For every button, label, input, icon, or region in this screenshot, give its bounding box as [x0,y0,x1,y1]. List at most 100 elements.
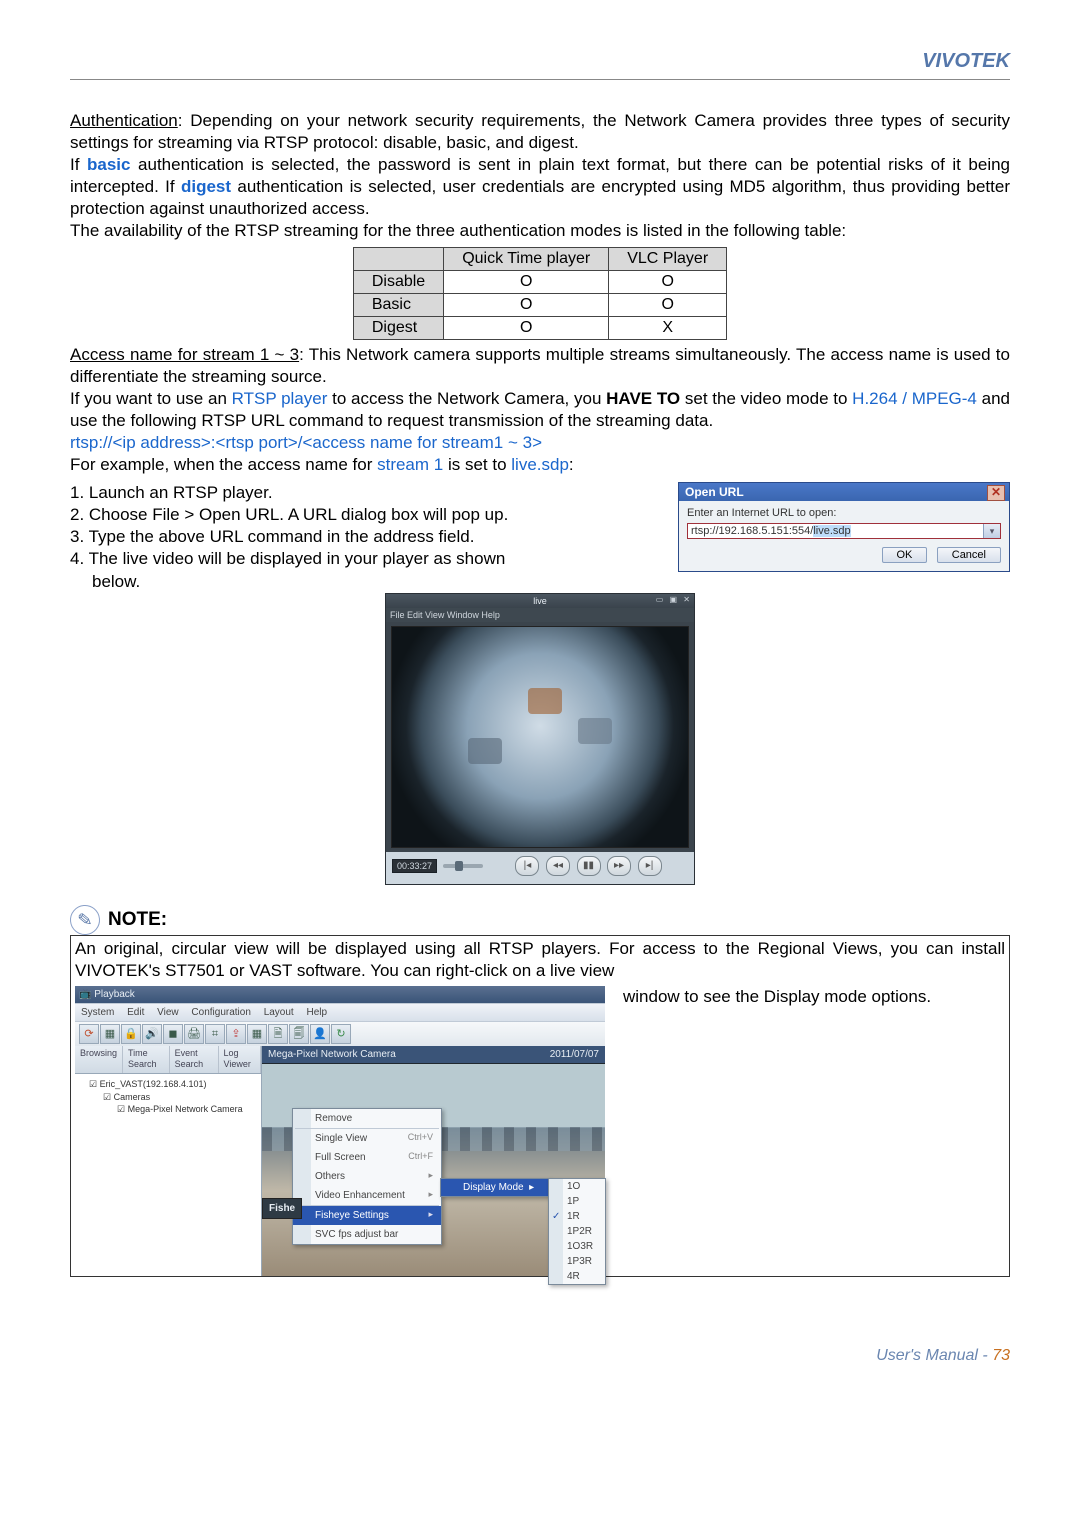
mode-1r[interactable]: ✓1R [549,1209,605,1224]
volume-slider[interactable] [443,864,483,868]
tab-eventsearch[interactable]: Event Search [170,1046,219,1073]
ffwd-button[interactable]: ▸| [638,856,662,876]
tab-logviewer[interactable]: Log Viewer [219,1046,262,1073]
view-header-right: 2011/07/07 [550,1048,599,1061]
toolbar-docs-icon[interactable]: 🗐 [289,1024,309,1044]
mode-4r[interactable]: 4R [549,1269,605,1284]
toolbar-print-icon[interactable]: 🖨 [184,1024,204,1044]
chevron-down-icon[interactable]: ▾ [983,524,1000,538]
toolbar-refresh-icon[interactable]: ↻ [331,1024,351,1044]
rewind-button[interactable]: |◂ [515,856,539,876]
mode-1p3r[interactable]: 1P3R [549,1254,605,1269]
player-title: live [533,596,547,606]
access-if: If you want to use an [70,389,232,408]
toolbar-grid-icon[interactable]: ⌗ [205,1024,225,1044]
menu-configuration[interactable]: Configuration [191,1007,250,1018]
codecs: H.264 / MPEG-4 [852,389,977,408]
note-text-b: window to see the Display mode options. [623,986,1005,1008]
mode-1o3r[interactable]: 1O3R [549,1239,605,1254]
mode-1p[interactable]: 1P [549,1194,605,1209]
auth-table-qt: Quick Time player [444,247,609,270]
prev-button[interactable]: ◂◂ [546,856,570,876]
tab-browsing[interactable]: Browsing [75,1046,123,1073]
toolbar-upload-icon[interactable]: ⇪ [226,1024,246,1044]
note-text-a: An original, circular view will be displ… [75,939,1005,980]
mode-1o[interactable]: 1O [549,1179,605,1194]
next-button[interactable]: ▸▸ [607,856,631,876]
auth-basic: basic [87,155,130,174]
ctx-others[interactable]: Others▸ [293,1167,441,1186]
pencil-icon: ✎ [69,903,102,936]
note-box: An original, circular view will be displ… [70,935,1010,1277]
toolbar-speaker-icon[interactable]: 🔊 [142,1024,162,1044]
toolbar-power-icon[interactable]: ⟳ [79,1024,99,1044]
auth-avail: The availability of the RTSP streaming f… [70,221,846,240]
ctx-video-enhancement[interactable]: Video Enhancement▸ [293,1186,441,1205]
url-input[interactable]: rtsp://192.168.5.151:554/live.sdp ▾ [687,523,1001,539]
example-pre: For example, when the access name for [70,455,377,474]
player-timestamp: 00:33:27 [392,859,437,873]
ctx-single-view[interactable]: Single ViewCtrl+V [293,1129,441,1148]
tree-camera-1[interactable]: ☑ Mega-Pixel Network Camera [79,1103,257,1116]
rtsp-player-window: live ▭ ▣ ✕ File Edit View Window Help 00… [385,593,695,885]
ok-button[interactable]: OK [882,547,928,563]
tree-root[interactable]: ☑ Eric_VAST(192.168.4.101) [79,1078,257,1091]
auth-digest-qt: O [444,316,609,339]
rtsp-player: RTSP player [232,389,328,408]
view-header-left: Mega-Pixel Network Camera [268,1048,396,1061]
note-heading: NOTE: [108,909,167,931]
auth-row-digest: Digest [353,316,443,339]
auth-table: Quick Time player VLC Player Disable O O… [353,247,727,340]
toolbar-user-icon[interactable]: 👤 [310,1024,330,1044]
toolbar-tile-icon[interactable]: ▦ [100,1024,120,1044]
vast-tabs: Browsing Time Search Event Search Log Vi… [75,1046,261,1074]
menu-view[interactable]: View [157,1007,179,1018]
footer-label: User's Manual - [876,1347,992,1364]
player-window-buttons[interactable]: ▭ ▣ ✕ [656,595,692,604]
vast-video-view[interactable]: Mega-Pixel Network Camera 2011/07/07 Rem… [262,1046,605,1276]
menu-edit[interactable]: Edit [127,1007,144,1018]
example-mid: is set to [443,455,511,474]
toolbar-lock-icon[interactable]: 🔒 [121,1024,141,1044]
close-icon[interactable]: ✕ [987,485,1005,501]
livesdp: live.sdp [511,455,569,474]
menu-layout[interactable]: Layout [264,1007,294,1018]
vast-menubar[interactable]: System Edit View Configuration Layout He… [75,1003,605,1022]
ctx-remove[interactable]: Remove [293,1109,441,1128]
step4b: below. [70,571,1010,593]
vast-tree-body[interactable]: ☑ Eric_VAST(192.168.4.101) ☑ Cameras ☑ M… [75,1074,261,1120]
tree-cameras[interactable]: ☑ Cameras [79,1091,257,1104]
player-menubar[interactable]: File Edit View Window Help [386,608,694,622]
submenu-modes: 1O 1P ✓1R 1P2R 1O3R 1P3R 4R [548,1178,606,1285]
menu-system[interactable]: System [81,1007,114,1018]
menu-help[interactable]: Help [307,1007,328,1018]
rtsp-url: rtsp://<ip address>:<rtsp port>/<access … [70,433,542,452]
ctx-svc[interactable]: SVC fps adjust bar [293,1225,441,1244]
access-heading: Access name for stream 1 ~ 3 [70,345,299,364]
ctx-fisheye-settings[interactable]: Fisheye Settings▸ [293,1206,441,1225]
have-to: HAVE TO [606,389,680,408]
access-if3: set the video mode to [680,389,852,408]
fisheye-splitter-label: Fishe [262,1198,302,1219]
auth-basic-vlc: O [609,293,727,316]
player-controls: 00:33:27 |◂ ◂◂ ▮▮ ▸▸ ▸| [386,852,694,884]
toolbar-doc-icon[interactable]: 🗎 [268,1024,288,1044]
vast-app-window: 📺 Playback System Edit View Configuratio… [75,986,605,1276]
mode-1p2r[interactable]: 1P2R [549,1224,605,1239]
tab-timesearch[interactable]: Time Search [123,1046,170,1073]
toolbar-layout-icon[interactable]: ▦ [247,1024,267,1044]
example-end: : [569,455,574,474]
cancel-button[interactable]: Cancel [937,547,1001,563]
vast-tree-panel: Browsing Time Search Event Search Log Vi… [75,1046,262,1276]
submenu-display-mode[interactable]: Display Mode ▸ [441,1179,549,1196]
ctx-full-screen[interactable]: Full ScreenCtrl+F [293,1148,441,1167]
toolbar-stop-icon[interactable]: ◼ [163,1024,183,1044]
auth-table-blank [353,247,443,270]
access-if2: to access the Network Camera, you [327,389,606,408]
open-url-dialog: Open URL ✕ Enter an Internet URL to open… [678,482,1010,572]
auth-heading: Authentication [70,111,178,130]
vast-toolbar: ⟳ ▦ 🔒 🔊 ◼ 🖨 ⌗ ⇪ ▦ 🗎 🗐 👤 ↻ [75,1022,605,1046]
vast-titlebar: 📺 Playback [75,986,605,1003]
pause-button[interactable]: ▮▮ [577,856,601,876]
auth-disable-qt: O [444,270,609,293]
